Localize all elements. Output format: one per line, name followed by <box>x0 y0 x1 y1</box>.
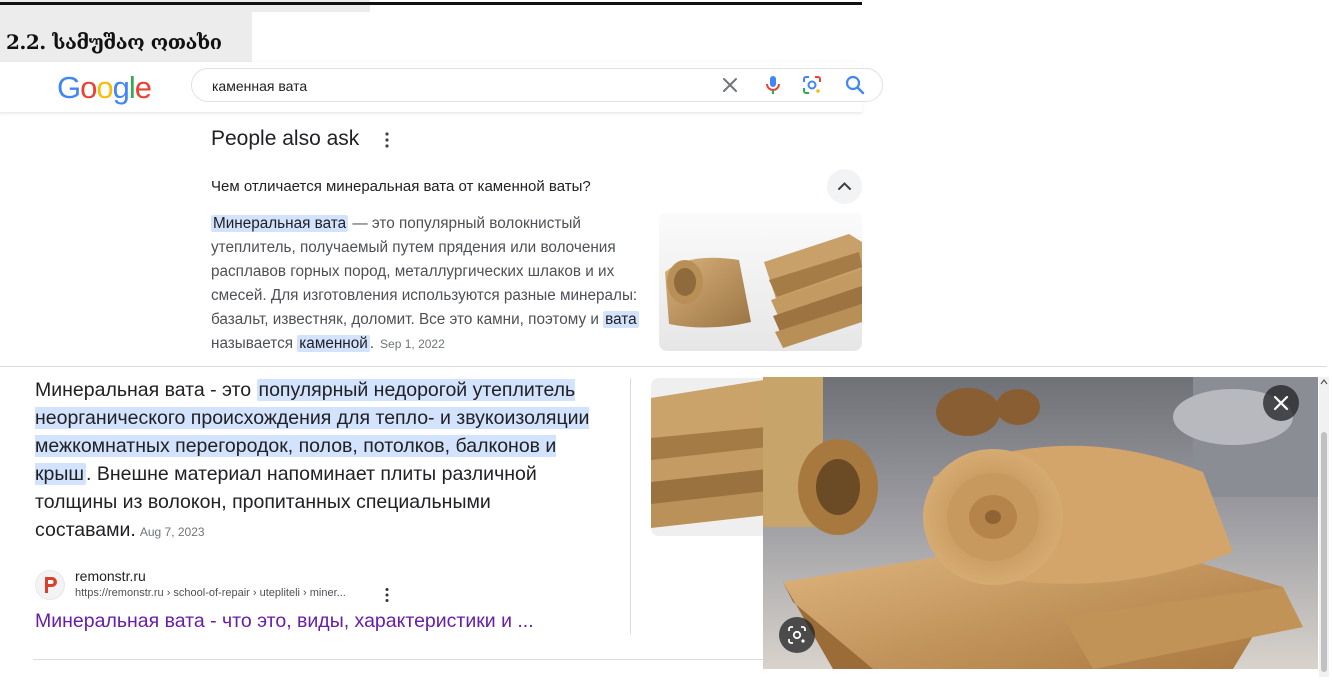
close-preview-button[interactable] <box>1263 385 1299 421</box>
lens-icon <box>788 626 806 644</box>
snippet-thumbnail-image[interactable] <box>651 378 776 536</box>
lens-search-button[interactable] <box>779 617 815 653</box>
answer-text-part2: называется <box>211 335 298 352</box>
scroll-up-arrow-icon[interactable] <box>1320 378 1328 386</box>
document-heading: 2.2. სამუშაო ოთახი <box>6 30 222 54</box>
paa-question[interactable]: Чем отличается минеральная вата от камен… <box>211 178 591 195</box>
chevron-up-icon <box>838 182 851 190</box>
google-logo[interactable]: Google <box>57 70 152 106</box>
snippet-tail: . Внешне материал напоминает плиты разли… <box>35 463 537 541</box>
search-input[interactable]: каменная вата <box>212 78 307 94</box>
highlight-stone: каменной <box>297 335 370 352</box>
source-site-name[interactable]: remonstr.ru <box>75 568 146 584</box>
close-icon <box>1273 395 1289 411</box>
logo-letter-g2: g <box>112 70 130 105</box>
source-url[interactable]: https://remonstr.ru › school-of-repair ›… <box>75 587 346 599</box>
google-lens-icon[interactable] <box>801 74 823 96</box>
image-preview[interactable] <box>763 377 1318 669</box>
logo-letter-o2: o <box>96 70 113 105</box>
paa-answer: Минеральная вата — это популярный волокн… <box>211 212 641 356</box>
snippet-divider <box>630 378 631 634</box>
google-header: Google каменная вата <box>0 62 883 113</box>
section-divider <box>0 366 1327 367</box>
logo-letter-e: e <box>134 70 152 105</box>
answer-text-part3: . <box>369 335 375 352</box>
paa-thumbnail-image[interactable] <box>659 212 862 351</box>
more-options-icon[interactable] <box>383 131 391 149</box>
highlight-wool: вата <box>603 311 639 328</box>
search-box[interactable]: каменная вата <box>191 68 883 102</box>
result-options-icon[interactable] <box>384 587 390 603</box>
remonstr-logo-icon <box>45 577 57 593</box>
snippet-date: Aug 7, 2023 <box>139 525 205 539</box>
snippet-lead: Минеральная вата - это <box>35 379 257 401</box>
highlight-mineral-wool: Минеральная вата <box>211 215 349 232</box>
bottom-divider <box>33 659 763 660</box>
site-favicon[interactable] <box>35 570 65 600</box>
scrollbar-thumb[interactable] <box>1321 432 1327 672</box>
result-title-link[interactable]: Минеральная вата - что это, виды, характ… <box>35 610 534 633</box>
microphone-icon[interactable] <box>763 74 783 96</box>
featured-snippet-text: Минеральная вата - это популярный недоро… <box>35 376 615 546</box>
people-also-ask-title: People also ask <box>211 127 360 150</box>
search-icon[interactable] <box>844 74 866 96</box>
clear-icon[interactable] <box>720 75 740 95</box>
answer-date: Sep 1, 2022 <box>380 337 445 351</box>
logo-letter-g: G <box>57 70 81 105</box>
paa-collapse-button[interactable] <box>827 169 862 204</box>
logo-letter-o1: o <box>80 70 97 105</box>
document-rule <box>0 2 862 5</box>
